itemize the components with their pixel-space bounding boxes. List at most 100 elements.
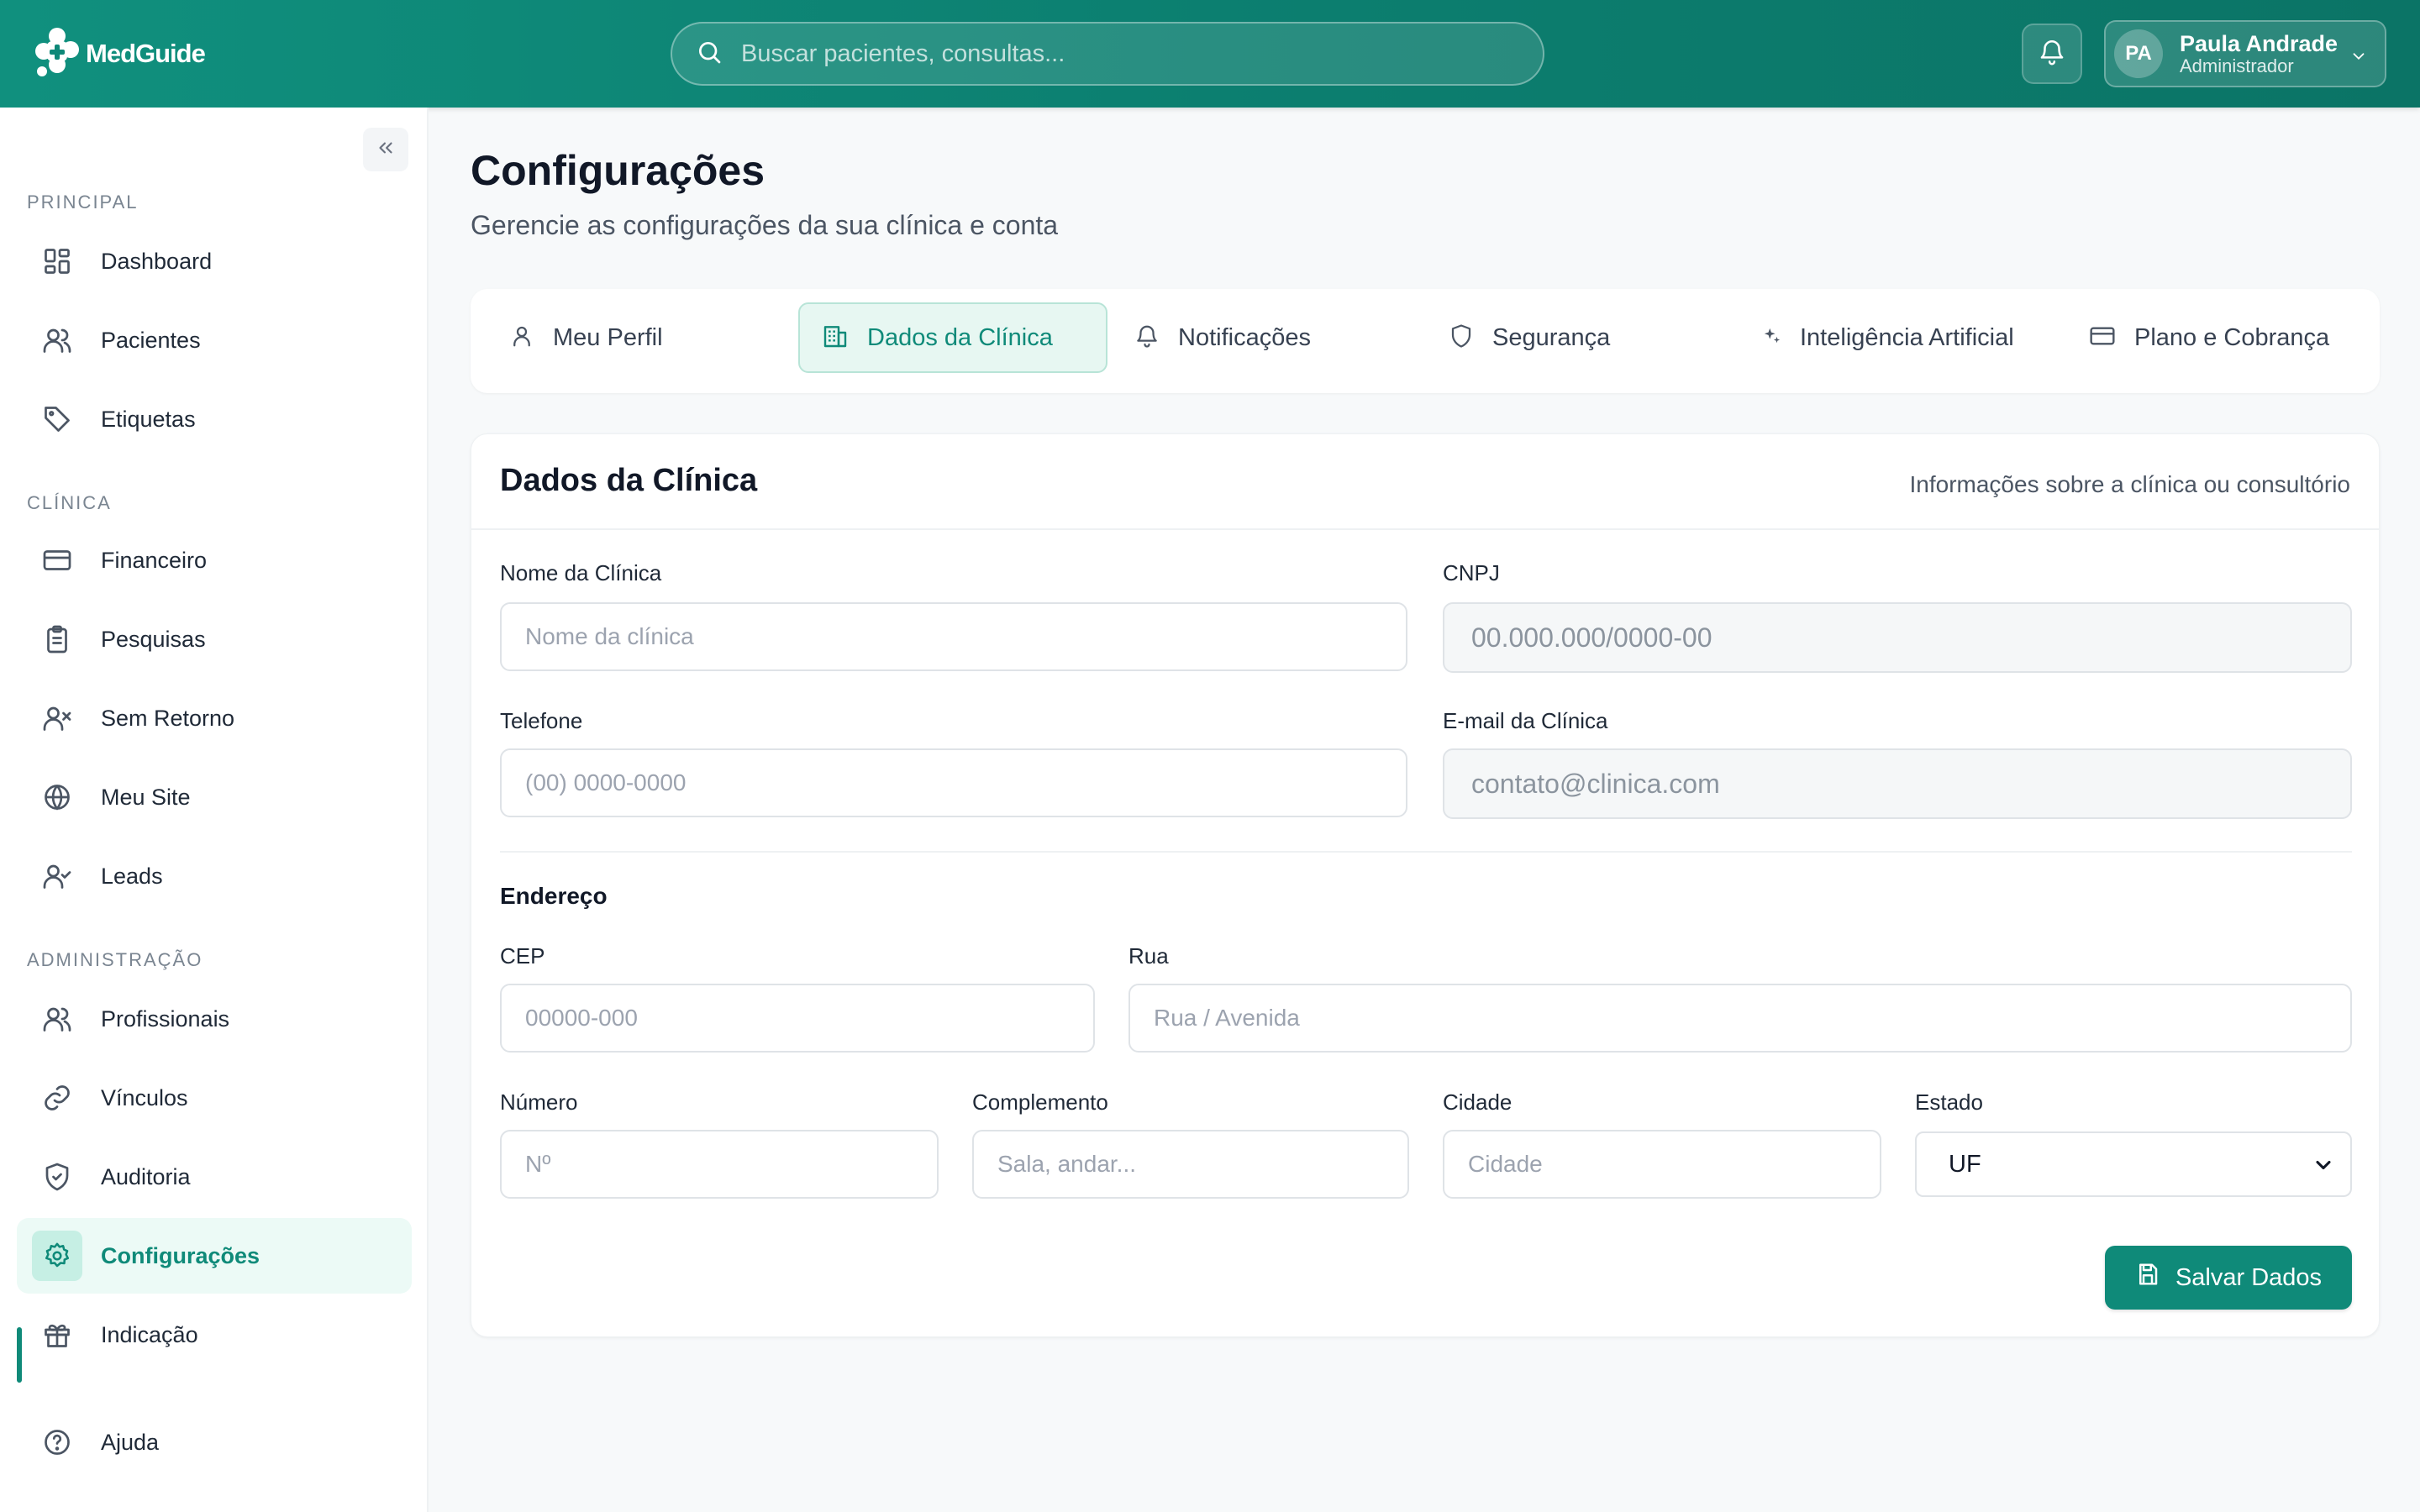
sidebar-item-sem-retorno[interactable]: Sem Retorno	[17, 680, 412, 756]
users-icon	[40, 323, 74, 357]
top-header: MedGuide PA Paula Andrade Administrador	[0, 0, 2420, 108]
number-input[interactable]	[500, 1130, 939, 1199]
app-logo[interactable]: MedGuide	[32, 25, 206, 82]
sidebar-item-profissionais[interactable]: Profissionais	[17, 981, 412, 1057]
clinic-name-label: Nome da Clínica	[500, 560, 662, 585]
tab-label: Inteligência Artificial	[1800, 323, 2014, 351]
tab-plano-cobranca[interactable]: Plano e Cobrança	[2067, 302, 2361, 373]
phone-label: Telefone	[500, 708, 583, 733]
state-label: Estado	[1915, 1089, 1983, 1115]
clinic-name-input[interactable]	[500, 602, 1407, 671]
user-icon	[509, 323, 534, 353]
cnpj-label: CNPJ	[1443, 560, 1500, 585]
sidebar: PRINCIPAL Dashboard Pacientes Etiquetas …	[0, 108, 429, 1512]
state-select[interactable]: UF	[1915, 1131, 2352, 1197]
user-x-icon	[40, 701, 74, 735]
clipboard-icon	[40, 622, 74, 656]
settings-tabs: Meu Perfil Dados da Clínica Notificações…	[471, 289, 2380, 393]
tab-label: Notificações	[1178, 323, 1311, 351]
street-label: Rua	[1128, 943, 1169, 969]
tab-notificacoes[interactable]: Notificações	[1113, 302, 1415, 373]
cep-input[interactable]	[500, 984, 1095, 1053]
credit-card-icon	[40, 543, 74, 577]
save-button[interactable]: Salvar Dados	[2105, 1246, 2352, 1310]
user-role: Administrador	[2180, 55, 2294, 76]
cnpj-input[interactable]	[1443, 602, 2352, 673]
tag-icon	[40, 402, 74, 436]
card-header: Dados da Clínica Informações sobre a clí…	[471, 434, 2379, 530]
sidebar-item-auditoria[interactable]: Auditoria	[17, 1139, 412, 1215]
section-title-clinica: CLÍNICA	[27, 492, 112, 513]
tab-meu-perfil[interactable]: Meu Perfil	[487, 302, 790, 373]
sidebar-item-indicacao[interactable]: Indicação	[17, 1297, 412, 1373]
sidebar-item-label: Sem Retorno	[101, 705, 235, 731]
sidebar-item-label: Financeiro	[101, 547, 208, 573]
user-menu[interactable]: PA Paula Andrade Administrador	[2104, 20, 2386, 87]
sidebar-item-vinculos[interactable]: Vínculos	[17, 1060, 412, 1136]
sparkles-icon	[1763, 327, 1781, 349]
users-icon	[40, 1002, 74, 1036]
search-icon	[696, 39, 723, 70]
sidebar-item-label: Pacientes	[101, 327, 201, 353]
section-title-administracao: ADMINISTRAÇÃO	[27, 949, 203, 970]
sidebar-item-meu-site[interactable]: Meu Site	[17, 759, 412, 835]
shield-check-icon	[40, 1160, 74, 1194]
card-title: Dados da Clínica	[500, 463, 758, 498]
complement-input[interactable]	[972, 1130, 1409, 1199]
sidebar-item-label: Ajuda	[101, 1429, 160, 1455]
page-title: Configurações	[471, 147, 765, 194]
building-icon	[822, 323, 849, 354]
credit-card-icon	[2089, 323, 2116, 354]
tab-seguranca[interactable]: Segurança	[1427, 302, 1729, 373]
clinic-email-label: E-mail da Clínica	[1443, 708, 1608, 733]
street-input[interactable]	[1128, 984, 2352, 1053]
sidebar-item-ajuda[interactable]: Ajuda	[17, 1404, 412, 1480]
global-search[interactable]	[671, 22, 1544, 86]
sidebar-item-label: Vínculos	[101, 1084, 188, 1110]
sidebar-item-financeiro[interactable]: Financeiro	[17, 522, 412, 598]
tab-label: Meu Perfil	[553, 323, 663, 351]
sidebar-item-configuracoes[interactable]: Configurações	[17, 1218, 412, 1294]
state-select-value: UF	[1949, 1150, 1981, 1178]
section-divider	[500, 851, 2352, 853]
user-name: Paula Andrade	[2180, 31, 2338, 56]
sidebar-item-pacientes[interactable]: Pacientes	[17, 302, 412, 378]
clinic-data-card: Dados da Clínica Informações sobre a clí…	[471, 433, 2380, 1337]
page-subtitle: Gerencie as configurações da sua clínica…	[471, 210, 1059, 240]
city-input[interactable]	[1443, 1130, 1881, 1199]
sidebar-item-label: Leads	[101, 863, 163, 889]
gift-icon	[40, 1318, 74, 1352]
dashboard-icon	[40, 244, 74, 278]
bell-icon	[2038, 38, 2066, 71]
gear-icon	[32, 1231, 82, 1281]
tab-dados-clinica[interactable]: Dados da Clínica	[798, 302, 1107, 373]
medguide-logo-icon	[32, 26, 81, 82]
clinic-email-input[interactable]	[1443, 748, 2352, 819]
chevron-down-icon	[2312, 1153, 2335, 1184]
sidebar-item-label: Profissionais	[101, 1005, 230, 1032]
sidebar-item-etiquetas[interactable]: Etiquetas	[17, 381, 412, 457]
shield-icon	[1449, 323, 1474, 353]
sidebar-item-label: Pesquisas	[101, 626, 206, 652]
search-input[interactable]	[741, 39, 1497, 68]
sidebar-item-leads[interactable]: Leads	[17, 838, 412, 914]
sidebar-item-dashboard[interactable]: Dashboard	[17, 223, 412, 299]
collapse-sidebar-button[interactable]	[363, 128, 408, 171]
sidebar-item-pesquisas[interactable]: Pesquisas	[17, 601, 412, 677]
number-label: Número	[500, 1089, 578, 1115]
tab-inteligencia-artificial[interactable]: Inteligência Artificial	[1746, 302, 2032, 373]
link-icon	[40, 1081, 74, 1115]
sidebar-item-label: Configurações	[101, 1242, 260, 1268]
bell-icon	[1134, 323, 1160, 353]
sidebar-item-label: Etiquetas	[101, 406, 196, 432]
chevron-down-icon	[2349, 47, 2368, 70]
city-label: Cidade	[1443, 1089, 1512, 1115]
sidebar-item-label: Indicação	[101, 1321, 198, 1347]
sidebar-item-label: Auditoria	[101, 1163, 191, 1189]
notifications-button[interactable]	[2022, 24, 2082, 84]
phone-input[interactable]	[500, 748, 1407, 817]
cep-label: CEP	[500, 943, 545, 969]
globe-icon	[40, 780, 74, 814]
tab-label: Dados da Clínica	[867, 323, 1053, 351]
avatar: PA	[2114, 29, 2163, 78]
